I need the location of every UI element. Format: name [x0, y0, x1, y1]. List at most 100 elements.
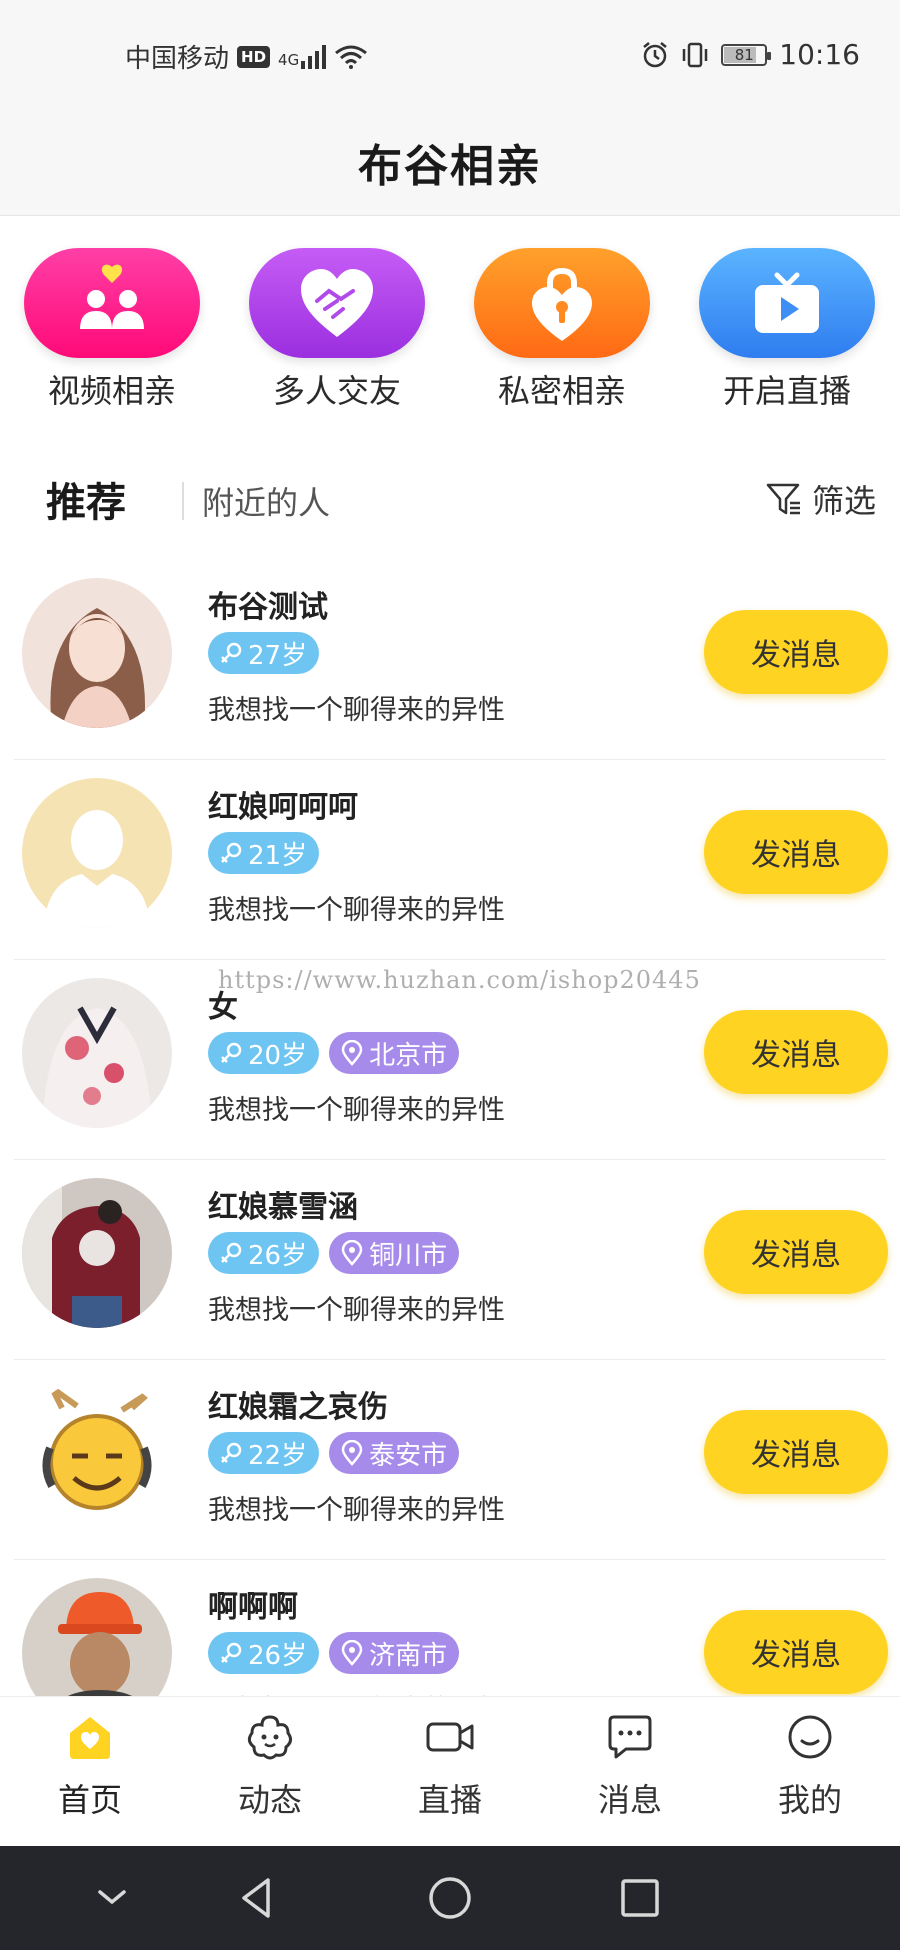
avatar[interactable] — [22, 778, 172, 928]
tab-nearby[interactable]: 附近的人 — [202, 478, 330, 524]
female-symbol-icon — [221, 1642, 242, 1663]
carrier-name: 中国移动 — [125, 44, 230, 74]
location-pin-icon — [341, 1640, 363, 1666]
user-name: 红娘呵呵呵 — [208, 790, 358, 825]
age-tag: 22岁 — [208, 1432, 320, 1474]
feature-shortcuts: 视频相亲 多人交友 私密相亲 开启直播 — [0, 248, 900, 418]
app-screen: 中国移动 HD 4G 81 10:16 布谷相亲 视频相亲 多人交友 私密相亲 … — [0, 0, 900, 1950]
age-text: 26岁 — [248, 1640, 308, 1671]
list-tabs: 推荐 附近的人 筛选 — [0, 466, 900, 536]
send-message-button[interactable]: 发消息 — [704, 1210, 888, 1294]
avatar[interactable] — [22, 978, 172, 1128]
user-tags: 20岁 北京市 — [208, 1032, 460, 1074]
feature-private-matchmaking-pill[interactable] — [474, 248, 650, 358]
female-symbol-icon — [221, 1442, 242, 1463]
recents-square-icon — [621, 1879, 659, 1917]
user-photo — [22, 1178, 172, 1328]
age-text: 27岁 — [248, 640, 308, 671]
nav-live[interactable]: 直播 — [390, 1711, 510, 1821]
user-tags: 21岁 — [208, 832, 320, 874]
user-bio: 我想找一个聊得来的异性 — [208, 1688, 505, 1696]
tv-icon — [755, 272, 819, 333]
default-avatar-icon — [22, 778, 172, 928]
age-text: 21岁 — [248, 840, 308, 871]
feature-start-live-pill[interactable] — [699, 248, 875, 358]
user-name: 红娘慕雪涵 — [208, 1190, 358, 1225]
flower-icon — [247, 1715, 293, 1760]
network-type: 4G — [278, 50, 300, 69]
status-right: 81 10:16 — [641, 38, 860, 71]
user-row[interactable]: 红娘霜之哀伤 22岁 泰安市 我想找一个聊得来的异性 发消息 — [0, 1360, 900, 1560]
send-message-button[interactable]: 发消息 — [704, 1410, 888, 1494]
battery-icon: 81 — [721, 43, 772, 66]
female-symbol-icon — [221, 1042, 242, 1063]
bottom-nav: 首页 动态 直播 消息 我的 — [0, 1696, 900, 1846]
feature-start-live[interactable]: 开启直播 — [699, 248, 875, 412]
nav-home-label: 首页 — [57, 1781, 122, 1819]
user-row[interactable]: 红娘慕雪涵 26岁 铜川市 我想找一个聊得来的异性 发消息 — [0, 1160, 900, 1360]
home-icon — [70, 1717, 110, 1759]
send-message-button[interactable]: 发消息 — [704, 1610, 888, 1694]
avatar[interactable] — [22, 578, 172, 728]
feature-group-friends-pill[interactable] — [249, 248, 425, 358]
feature-video-matchmaking-label: 视频相亲 — [47, 372, 176, 410]
smiley-icon — [788, 1715, 832, 1759]
user-photo: 惆怅 — [22, 1578, 172, 1696]
nav-messages-label: 消息 — [597, 1781, 662, 1819]
hd-badge: HD — [237, 45, 271, 68]
age-tag: 27岁 — [208, 632, 320, 674]
send-message-button[interactable]: 发消息 — [704, 610, 888, 694]
age-tag: 21岁 — [208, 832, 320, 874]
female-symbol-icon — [221, 642, 242, 663]
nav-home[interactable]: 首页 — [30, 1711, 150, 1821]
filter-label: 筛选 — [811, 482, 876, 520]
feature-video-matchmaking-pill[interactable] — [24, 248, 200, 358]
user-photo — [22, 578, 172, 728]
send-message-button[interactable]: 发消息 — [704, 1010, 888, 1094]
feature-private-matchmaking[interactable]: 私密相亲 — [474, 248, 650, 412]
user-bio: 我想找一个聊得来的异性 — [208, 1095, 505, 1126]
send-message-button[interactable]: 发消息 — [704, 810, 888, 894]
system-nav-bar — [0, 1846, 900, 1950]
avatar[interactable] — [22, 1178, 172, 1328]
nav-messages[interactable]: 消息 — [570, 1711, 690, 1821]
female-symbol-icon — [221, 1242, 242, 1263]
user-tags: 26岁 济南市 — [208, 1632, 460, 1674]
status-left: 中国移动 HD 4G — [125, 38, 368, 75]
back-key[interactable] — [230, 1870, 286, 1926]
heart-lock-icon — [532, 267, 592, 341]
location-pin-icon — [341, 1240, 363, 1266]
collapse-key[interactable] — [84, 1870, 140, 1926]
nav-profile-label: 我的 — [777, 1781, 842, 1819]
user-name: 布谷测试 — [208, 590, 328, 625]
status-bar: 中国移动 HD 4G 81 10:16 — [0, 0, 900, 108]
user-row[interactable]: 红娘呵呵呵 21岁 我想找一个聊得来的异性 发消息 — [0, 760, 900, 960]
home-key[interactable] — [422, 1870, 478, 1926]
user-tags: 22岁 泰安市 — [208, 1432, 460, 1474]
nav-moments[interactable]: 动态 — [210, 1711, 330, 1821]
filter-icon — [766, 483, 800, 515]
user-photo — [22, 978, 172, 1128]
feature-group-friends[interactable]: 多人交友 — [249, 248, 425, 412]
watermark-text: https://www.huzhan.com/ishop20445 — [218, 966, 701, 994]
city-tag: 泰安市 — [329, 1432, 460, 1474]
feature-private-matchmaking-label: 私密相亲 — [497, 372, 626, 410]
user-row[interactable]: 惆怅 啊啊啊 26岁 济南市 我想找一个聊得来的异性 发消息 — [0, 1560, 900, 1696]
tab-recommend[interactable]: 推荐 — [46, 470, 126, 528]
nav-live-label: 直播 — [417, 1781, 482, 1819]
age-text: 26岁 — [248, 1240, 308, 1271]
avatar[interactable]: 惆怅 — [22, 1578, 172, 1696]
user-tags: 26岁 铜川市 — [208, 1232, 460, 1274]
age-tag: 20岁 — [208, 1032, 320, 1074]
home-circle-icon — [429, 1877, 471, 1919]
recents-key[interactable] — [612, 1870, 668, 1926]
nav-profile[interactable]: 我的 — [750, 1711, 870, 1821]
handshake-heart-icon — [301, 269, 373, 337]
user-row[interactable]: 布谷测试 27岁 我想找一个聊得来的异性 发消息 — [0, 560, 900, 760]
signal-bars-icon — [301, 44, 327, 69]
city-text: 泰安市 — [369, 1440, 448, 1471]
user-name: 啊啊啊 — [208, 1590, 298, 1625]
feature-video-matchmaking[interactable]: 视频相亲 — [24, 248, 200, 412]
filter-button[interactable]: 筛选 — [764, 476, 876, 522]
avatar[interactable] — [22, 1378, 172, 1528]
